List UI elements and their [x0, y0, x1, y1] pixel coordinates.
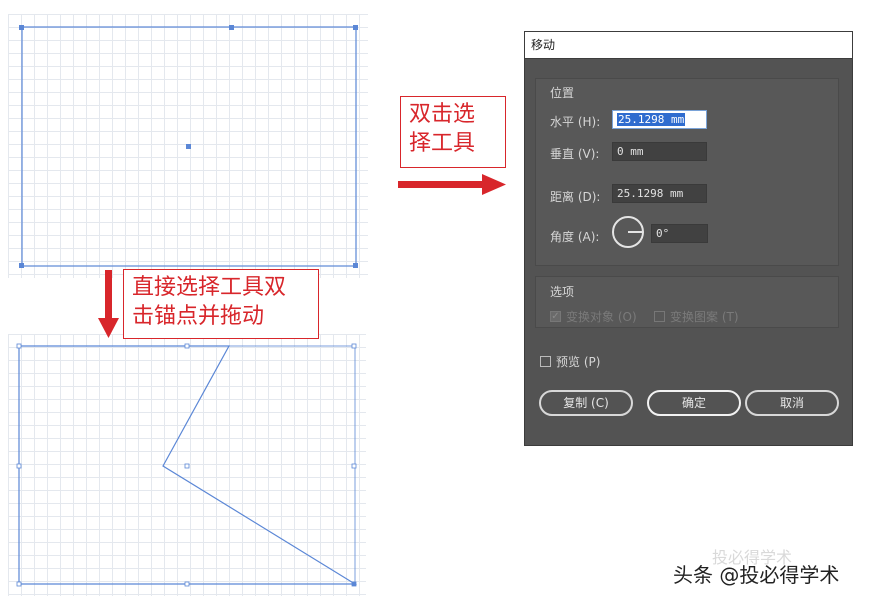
right-arrow [398, 174, 506, 195]
transform-patterns-label: 变换图案 (T) [670, 310, 739, 324]
transform-patterns-checkbox[interactable]: 变换图案 (T) [654, 308, 739, 325]
empty-checkbox-icon [540, 356, 551, 367]
transform-objects-checkbox[interactable]: ✓ 变换对象 (O) [550, 308, 637, 325]
empty-checkbox-icon [654, 311, 665, 322]
down-arrow [98, 270, 119, 338]
checkmark-icon: ✓ [550, 310, 561, 322]
cancel-button[interactable]: 取消 [745, 390, 839, 416]
annotation-line: 击锚点并拖动 [132, 304, 265, 329]
vertical-label: 垂直 (V): [550, 147, 600, 161]
annotation-double-click-select-tool: 双击选 择工具 [400, 96, 506, 168]
distance-label: 距离 (D): [550, 190, 601, 204]
watermark: 头条 @投必得学术 [673, 563, 840, 587]
horizontal-value: 25.1298 mm [617, 113, 686, 126]
transform-objects-label: 变换对象 (O) [566, 310, 637, 324]
copy-button[interactable]: 复制 (C) [539, 390, 633, 416]
position-section-label: 位置 [550, 86, 575, 100]
distance-input[interactable]: 25.1298 mm [612, 184, 707, 203]
ok-button[interactable]: 确定 [647, 390, 741, 416]
vertical-input[interactable]: 0 mm [612, 142, 707, 161]
annotation-direct-select-drag: 直接选择工具双 击锚点并拖动 [123, 269, 319, 339]
horizontal-label: 水平 (H): [550, 115, 601, 129]
horizontal-input[interactable]: 25.1298 mm [612, 110, 707, 129]
dialog-title: 移动 [525, 32, 852, 59]
angle-input[interactable]: 0° [651, 224, 708, 243]
move-dialog: 移动 位置 水平 (H): 25.1298 mm 垂直 (V): 0 mm 距离… [524, 31, 853, 446]
angle-label: 角度 (A): [550, 230, 600, 244]
preview-checkbox[interactable]: 预览 (P) [540, 353, 600, 370]
annotation-line: 双击选 [409, 102, 476, 127]
angle-dial-icon[interactable] [612, 216, 644, 248]
annotation-line: 择工具 [409, 131, 476, 156]
annotation-line: 直接选择工具双 [132, 275, 287, 300]
preview-label: 预览 (P) [556, 355, 601, 369]
options-section-label: 选项 [550, 285, 575, 299]
